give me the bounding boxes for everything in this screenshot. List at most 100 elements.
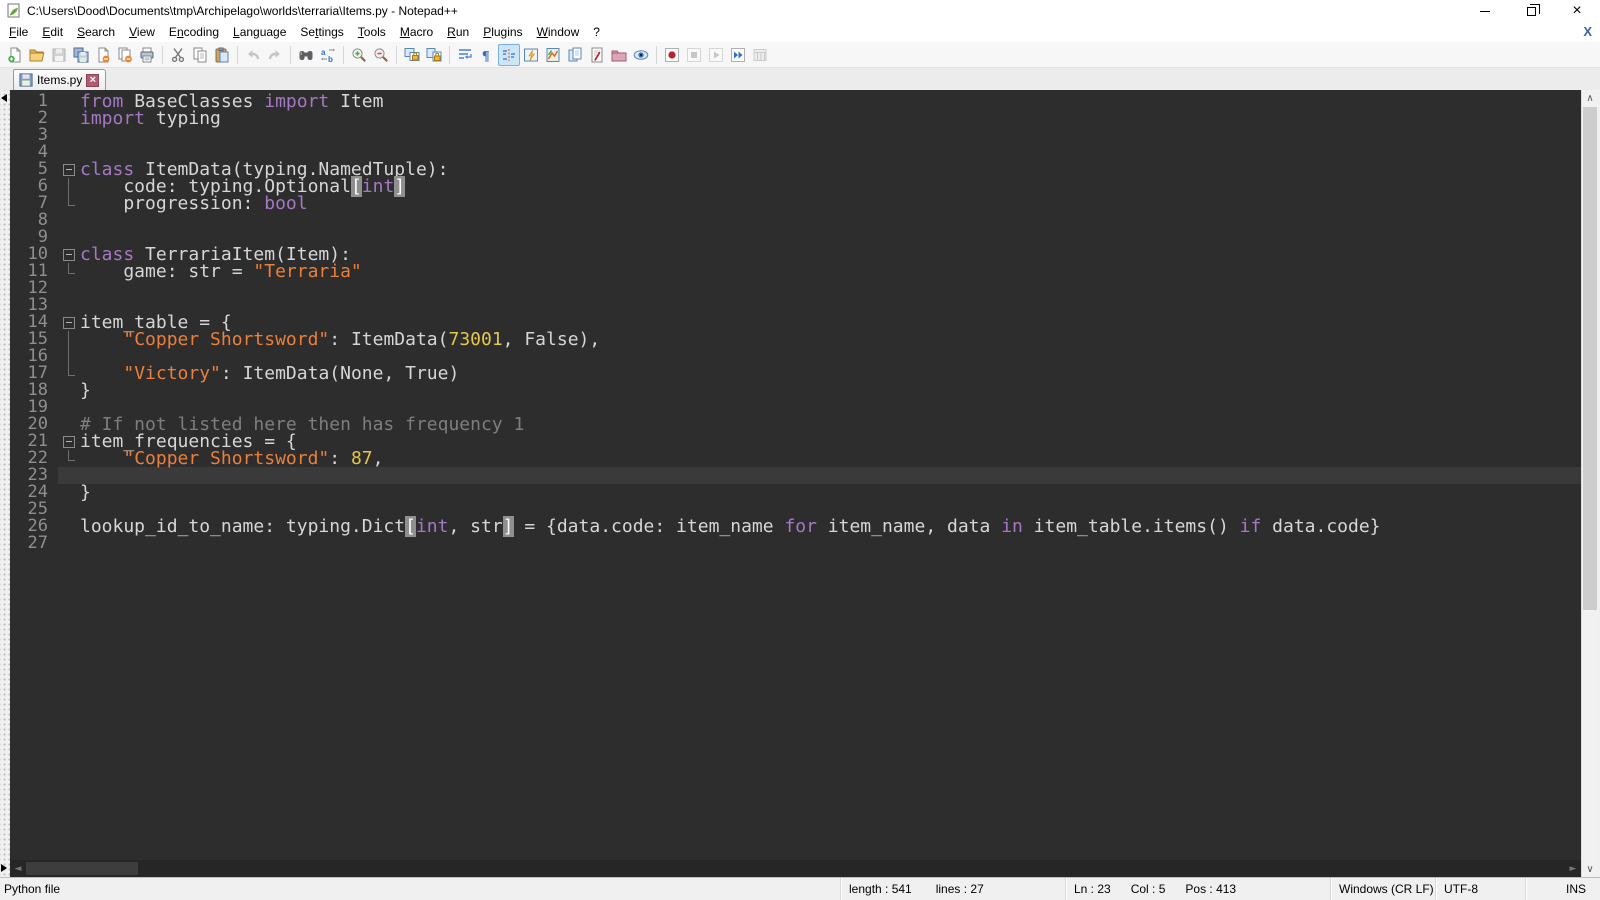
menu-macro[interactable]: Macro — [393, 23, 440, 41]
document-switcher-button[interactable] — [564, 44, 586, 66]
minimize-button[interactable] — [1462, 0, 1508, 22]
macro-save-button[interactable] — [749, 44, 771, 66]
code-text[interactable]: "Copper Shortsword": ItemData(73001, Fal… — [80, 331, 1581, 348]
menu-file[interactable]: File — [2, 23, 35, 41]
copy-button[interactable] — [189, 44, 211, 66]
toolbar-separator — [656, 46, 657, 64]
menu-run[interactable]: Run — [440, 23, 476, 41]
save-all-button[interactable] — [70, 44, 92, 66]
monitoring-button[interactable] — [586, 44, 608, 66]
code-text[interactable]: lookup_id_to_name: typing.Dict[int, str]… — [80, 518, 1581, 535]
project-panel-button[interactable] — [608, 44, 630, 66]
menu-plugins[interactable]: Plugins — [476, 23, 529, 41]
close-all-button[interactable] — [114, 44, 136, 66]
code-text[interactable] — [80, 535, 1581, 552]
status-encoding[interactable]: UTF-8 — [1435, 878, 1525, 900]
code-text[interactable]: import typing — [80, 110, 1581, 127]
show-all-characters-button[interactable]: ¶ — [476, 44, 498, 66]
fold-collapse-icon[interactable] — [58, 314, 80, 331]
horizontal-scrollbar-thumb[interactable] — [26, 862, 138, 875]
code-text[interactable]: from BaseClasses import Item — [80, 93, 1581, 110]
code-text[interactable] — [80, 212, 1581, 229]
redo-button[interactable] — [264, 44, 286, 66]
sync-vertical-scroll-button[interactable] — [401, 44, 423, 66]
show-all-characters-icon: ¶ — [479, 47, 495, 63]
code-text[interactable] — [80, 467, 1581, 484]
scroll-up-icon[interactable]: ∧ — [1582, 90, 1598, 106]
vertical-scrollbar[interactable]: ∧ ∨ — [1581, 90, 1598, 877]
tab-items-py[interactable]: Items.py× — [13, 69, 106, 90]
code-text[interactable] — [80, 280, 1581, 297]
word-wrap-button[interactable] — [454, 44, 476, 66]
minimize-icon — [1480, 11, 1490, 12]
zoom-in-button[interactable] — [348, 44, 370, 66]
vertical-scrollbar-thumb[interactable] — [1583, 107, 1597, 610]
code-text[interactable]: "Copper Shortsword": 87, — [80, 450, 1581, 467]
menu-window[interactable]: Window — [530, 23, 587, 41]
sync-horizontal-scroll-button[interactable] — [423, 44, 445, 66]
function-list-button[interactable] — [520, 44, 542, 66]
notepadpp-app-icon[interactable] — [6, 3, 22, 19]
show-indent-guide-icon — [501, 47, 517, 63]
print-button[interactable] — [136, 44, 158, 66]
code-text[interactable] — [80, 127, 1581, 144]
code-text[interactable]: } — [80, 484, 1581, 501]
restore-button[interactable] — [1508, 0, 1554, 22]
tab-scroll-left-icon[interactable] — [1, 94, 7, 102]
scroll-down-icon[interactable]: ∨ — [1582, 861, 1598, 877]
tab-bar: Items.py× — [0, 68, 1600, 90]
document-map-button[interactable] — [542, 44, 564, 66]
macro-run-multiple-button[interactable] — [727, 44, 749, 66]
zoom-out-button[interactable] — [370, 44, 392, 66]
new-file-button[interactable] — [4, 44, 26, 66]
panel-arrow-icon[interactable] — [1, 864, 7, 872]
menu-search[interactable]: Search — [70, 23, 122, 41]
menu-edit[interactable]: Edit — [35, 23, 70, 41]
code-text[interactable]: # If not listed here then has frequency … — [80, 416, 1581, 433]
find-button[interactable] — [295, 44, 317, 66]
menu-close-document-button[interactable]: X — [1583, 24, 1592, 39]
macro-stop-button[interactable] — [683, 44, 705, 66]
show-indent-guide-button[interactable] — [498, 44, 520, 66]
menu-?[interactable]: ? — [586, 23, 607, 41]
fold-collapse-icon[interactable] — [58, 246, 80, 263]
code-text[interactable]: game: str = "Terraria" — [80, 263, 1581, 280]
svg-text:b: b — [328, 55, 333, 63]
fold-margin — [58, 280, 80, 297]
status-insert-mode[interactable]: INS — [1525, 878, 1600, 900]
menu-encoding[interactable]: Encoding — [162, 23, 226, 41]
fold-margin — [58, 178, 80, 195]
menu-view[interactable]: View — [122, 23, 162, 41]
close-button[interactable]: × — [1554, 0, 1600, 22]
scroll-left-icon[interactable]: ◄ — [10, 860, 26, 877]
replace-button[interactable]: ab — [317, 44, 339, 66]
tab-close-icon[interactable]: × — [86, 74, 99, 87]
fold-collapse-icon[interactable] — [58, 161, 80, 178]
code-text[interactable]: "Victory": ItemData(None, True) — [80, 365, 1581, 382]
macro-play-button[interactable] — [705, 44, 727, 66]
fold-collapse-icon[interactable] — [58, 433, 80, 450]
menu-tools[interactable]: Tools — [351, 23, 393, 41]
new-file-icon — [7, 47, 23, 63]
code-text[interactable] — [80, 297, 1581, 314]
code-text[interactable]: progression: bool — [80, 195, 1581, 212]
status-length: length : 541 — [849, 882, 912, 896]
code-text[interactable]: } — [80, 382, 1581, 399]
fold-margin — [58, 144, 80, 161]
paste-button[interactable] — [211, 44, 233, 66]
horizontal-scrollbar[interactable]: ◄ ► — [10, 860, 1581, 877]
undo-button[interactable] — [242, 44, 264, 66]
svg-text:¶: ¶ — [482, 49, 490, 63]
macro-record-button[interactable] — [661, 44, 683, 66]
code-editor[interactable]: 1from BaseClasses import Item2import typ… — [10, 90, 1581, 860]
macro-save-icon — [752, 47, 768, 63]
close-file-button[interactable] — [92, 44, 114, 66]
menu-settings[interactable]: Settings — [293, 23, 350, 41]
view-current-file-button[interactable] — [630, 44, 652, 66]
menu-language[interactable]: Language — [226, 23, 293, 41]
cut-button[interactable] — [167, 44, 189, 66]
scroll-right-icon[interactable]: ► — [1565, 860, 1581, 877]
status-eol-format[interactable]: Windows (CR LF) — [1330, 878, 1435, 900]
save-file-button[interactable] — [48, 44, 70, 66]
open-file-button[interactable] — [26, 44, 48, 66]
